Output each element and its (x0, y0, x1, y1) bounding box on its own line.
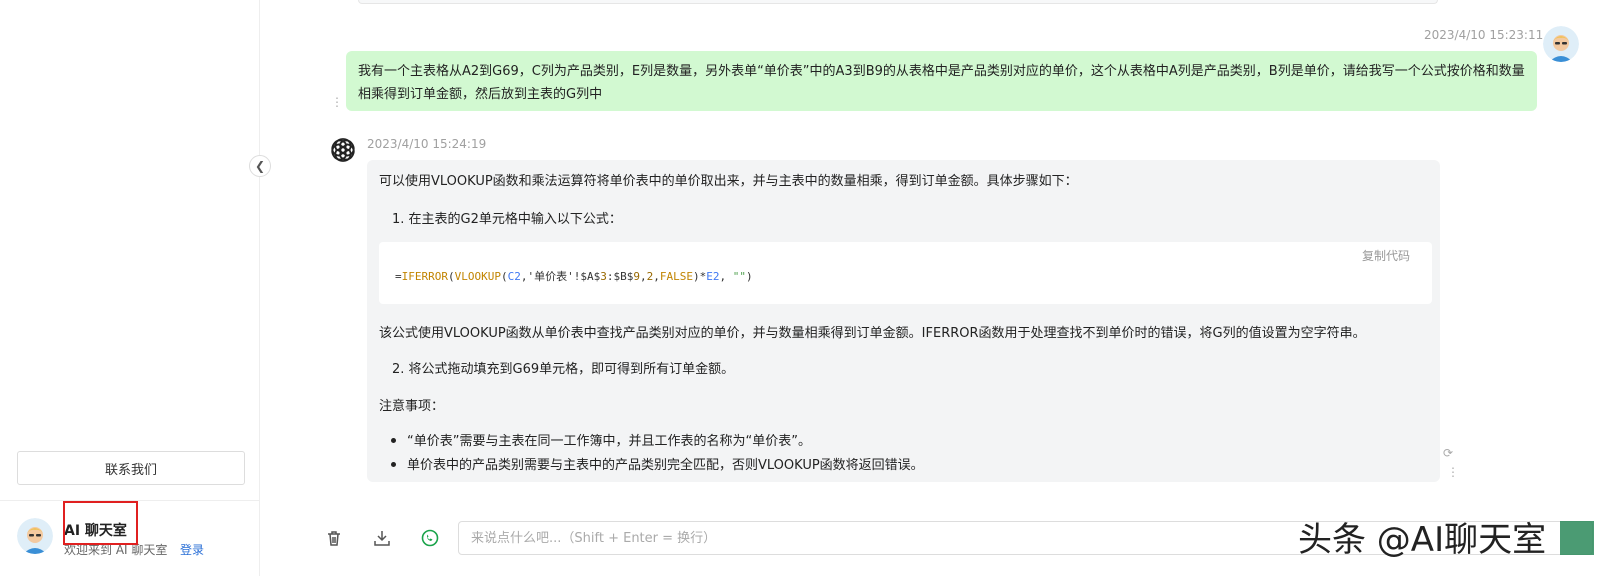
copy-code-button[interactable]: 复制代码 (1362, 247, 1410, 264)
code-token: ,'单价表'!$A$ (520, 270, 601, 283)
code-token: 3 (600, 270, 607, 283)
watermark-text: 头条 @AI聊天室 (1298, 520, 1547, 560)
openai-logo-icon (328, 135, 358, 165)
watermark-box (1560, 521, 1594, 555)
share-icon[interactable] (419, 527, 441, 549)
code-token: , (719, 270, 733, 283)
sidebar: 联系我们 AI 聊天室 欢迎来到 AI 聊天室 登录 (0, 0, 260, 576)
bot-message-bubble: 可以使用VLOOKUP函数和乘法运算符将单价表中的单价取出来，并与主表中的数量相… (367, 160, 1440, 482)
bot-step-1: 1. 在主表的G2单元格中输入以下公式： (392, 212, 622, 227)
user-message-avatar (1543, 26, 1579, 62)
note-item: “单价表”需要与主表在同一工作簿中，并且工作表的名称为“单价表”。 (407, 434, 811, 449)
code-token: ) (745, 270, 753, 283)
app-window: 联系我们 AI 聊天室 欢迎来到 AI 聊天室 登录 ❮ 2023/4/10 1… (0, 0, 1610, 576)
trash-icon[interactable] (323, 527, 345, 549)
more-icon[interactable]: ⋮ (1447, 466, 1459, 478)
bot-step-2: 2. 将公式拖动填充到G69单元格，即可得到所有订单金额。 (392, 362, 735, 377)
code-token: 9 (633, 270, 640, 283)
bot-description: 该公式使用VLOOKUP函数从单价表中查找产品类别对应的单价，并与数量相乘得到订… (379, 326, 1366, 341)
notes-title: 注意事项： (379, 399, 445, 414)
refresh-icon[interactable]: ⟳ (1443, 446, 1453, 460)
bullet-dot (391, 438, 396, 443)
bullet-dot (391, 462, 396, 467)
highlight-box-app-title (63, 501, 138, 545)
user-message-bubble: 我有一个主表格从A2到G69，C列为产品类别，E列是数量，另外表单“单价表”中的… (346, 51, 1537, 111)
code-token: VLOOKUP (454, 270, 501, 283)
code-token: , (639, 270, 647, 283)
contact-us-button[interactable]: 联系我们 (17, 451, 245, 485)
code-token: :$B$ (606, 270, 634, 283)
download-icon[interactable] (371, 527, 393, 549)
code-token: C2 (507, 270, 521, 283)
chevron-left-icon[interactable]: ❮ (249, 155, 271, 177)
bot-intro-text: 可以使用VLOOKUP函数和乘法运算符将单价表中的单价取出来，并与主表中的数量相… (379, 174, 1078, 189)
code-block: =IFERROR(VLOOKUP(C2,'单价表'!$A$3:$B$9,2,FA… (379, 242, 1432, 304)
code-token: ( (447, 270, 455, 283)
code-token: , (653, 270, 660, 283)
code-token: E2 (706, 270, 720, 283)
code-token: )* (692, 270, 707, 283)
login-link[interactable]: 登录 (180, 541, 204, 558)
more-icon[interactable]: ⋮ (331, 96, 343, 108)
code-formula: =IFERROR(VLOOKUP(C2,'单价表'!$A$3:$B$9,2,FA… (395, 268, 753, 284)
code-token: ( (500, 270, 508, 283)
code-token: IFERROR (401, 270, 448, 283)
code-token: "" (732, 270, 746, 283)
bot-message-timestamp: 2023/4/10 15:24:19 (367, 137, 487, 151)
user-message-timestamp: 2023/4/10 15:23:11 (1424, 28, 1544, 42)
user-avatar[interactable] (17, 518, 53, 554)
note-item: 单价表中的产品类别需要与主表中的产品类别完全匹配，否则VLOOKUP函数将返回错… (407, 458, 924, 473)
code-token: = (395, 270, 402, 283)
code-token: FALSE (659, 270, 693, 283)
previous-message-card (358, 0, 1438, 4)
